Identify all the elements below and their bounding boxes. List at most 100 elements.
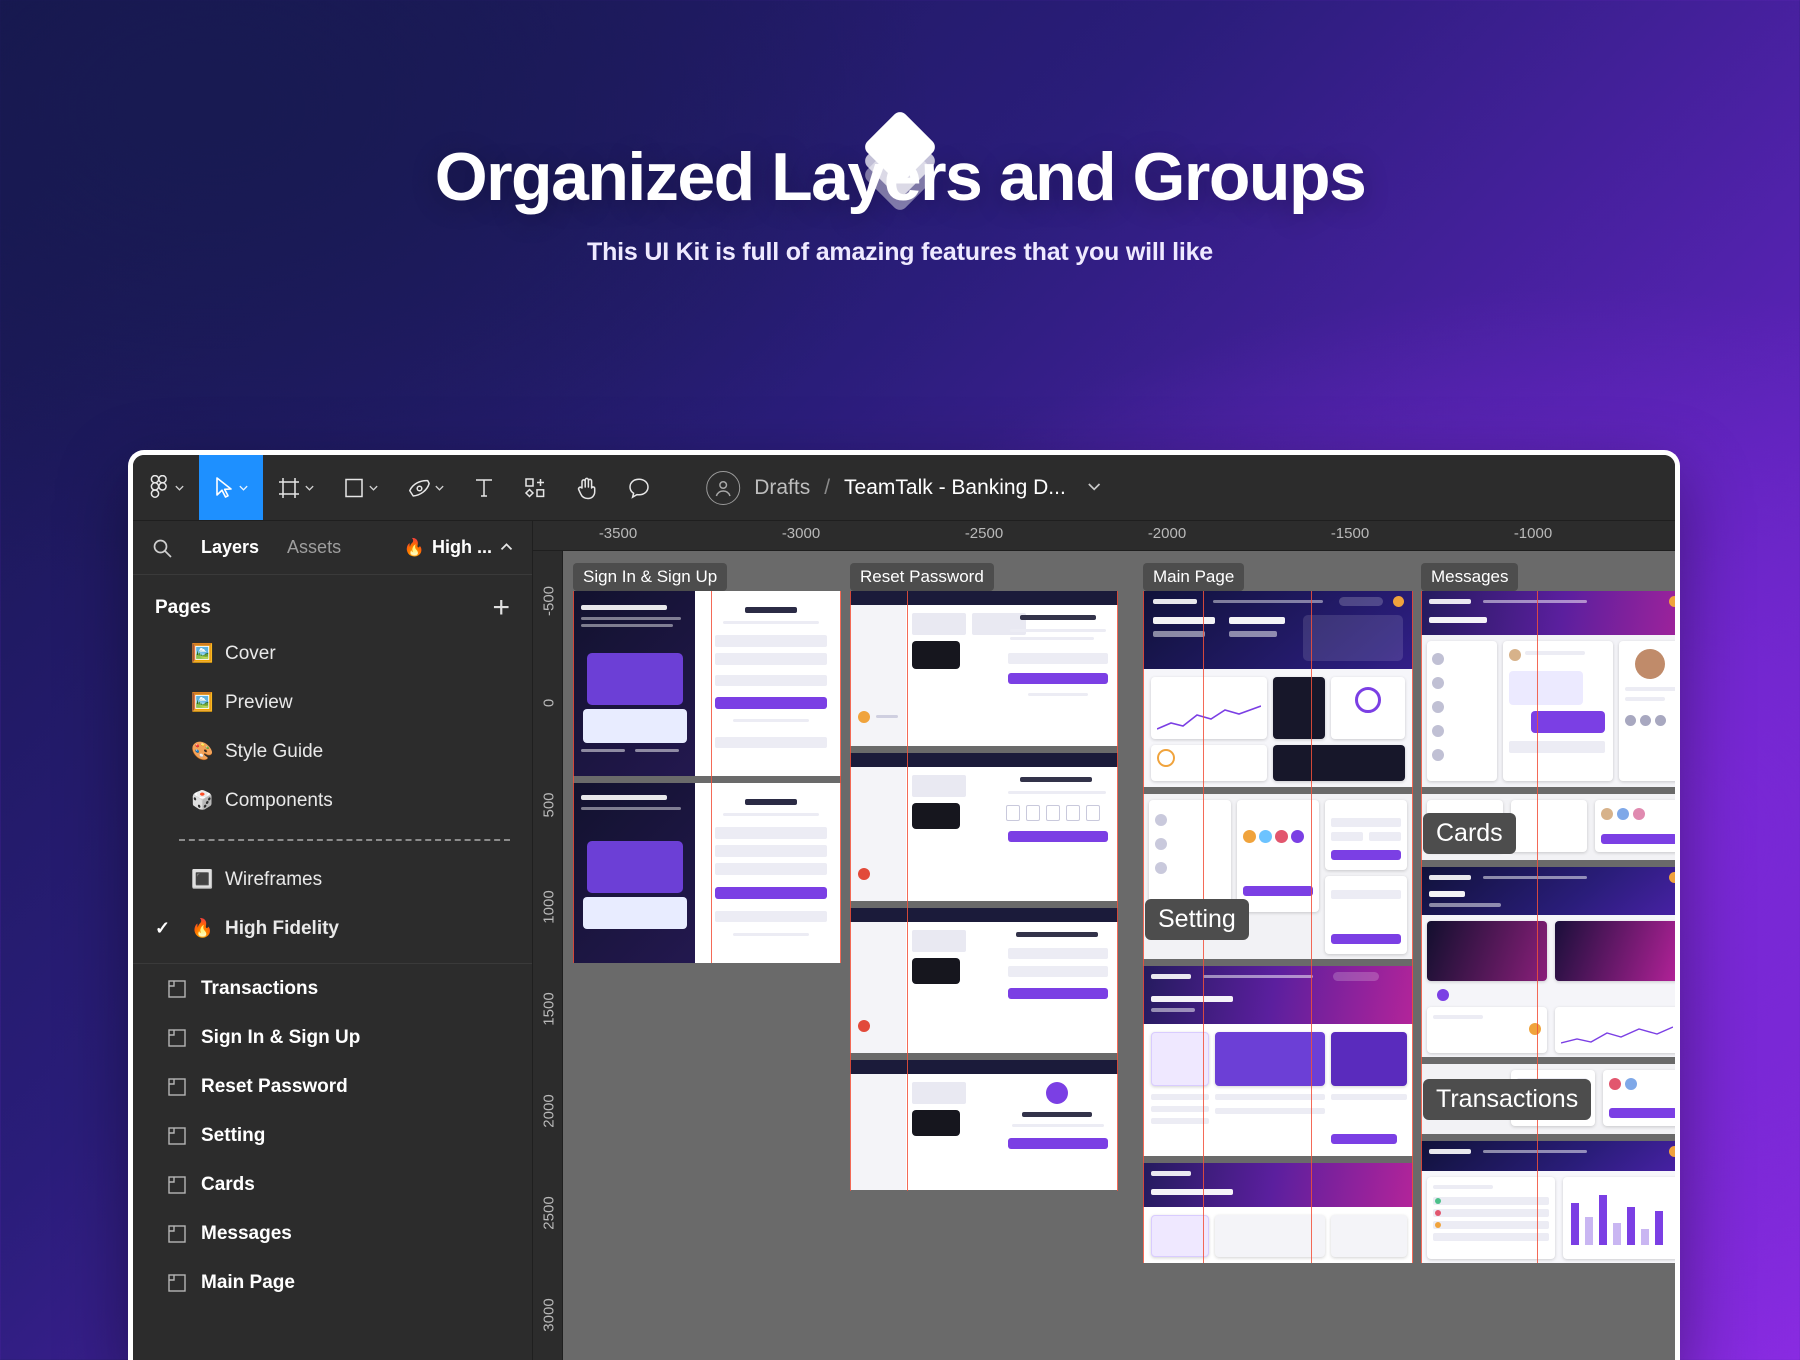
- page-label: Cover: [225, 643, 276, 665]
- checkmark-icon: ✓: [155, 918, 181, 939]
- artboard-messages[interactable]: [1421, 591, 1675, 787]
- chevron-down-icon[interactable]: [1086, 476, 1102, 500]
- page-emoji: 🎲: [191, 790, 215, 811]
- artboard-cards[interactable]: [1421, 867, 1675, 1057]
- pen-tool-icon[interactable]: [393, 455, 459, 520]
- page-item-preview[interactable]: 🖼️ Preview: [133, 678, 532, 727]
- frame-label-sign-in[interactable]: Sign In & Sign Up: [573, 563, 727, 591]
- page-emoji: 🔥: [191, 918, 215, 939]
- pages-header: Pages +: [133, 575, 532, 629]
- search-icon[interactable]: [151, 537, 179, 559]
- ruler-tick: 2500: [541, 1196, 558, 1229]
- stacked-layers-icon: [855, 122, 945, 202]
- user-avatar-icon[interactable]: [706, 471, 740, 505]
- page-item-high-fidelity[interactable]: ✓ 🔥 High Fidelity: [133, 904, 532, 953]
- frame-label-main-page[interactable]: Main Page: [1143, 563, 1244, 591]
- current-page-label: High ...: [432, 537, 492, 558]
- page-label: Wireframes: [225, 869, 322, 891]
- frame-icon: [167, 1077, 187, 1097]
- frame-icon: [167, 1028, 187, 1048]
- artboards-area: Sign In & Sign Up: [563, 551, 1675, 1360]
- ruler-tick: -500: [541, 586, 558, 616]
- ruler-tick: 500: [541, 792, 558, 817]
- toolbar: Drafts / TeamTalk - Banking D...: [133, 455, 1675, 521]
- tab-layers[interactable]: Layers: [187, 537, 273, 558]
- figma-logo-icon[interactable]: [133, 455, 199, 520]
- artboard-transactions[interactable]: [1421, 1141, 1675, 1263]
- horizontal-ruler[interactable]: -3500 -3000 -2500 -2000 -1500 -1000 -500…: [533, 521, 1675, 551]
- frame-label-transactions[interactable]: Transactions: [1423, 1079, 1591, 1120]
- frame-icon: [167, 1273, 187, 1293]
- page-label: Components: [225, 790, 333, 812]
- left-sidebar: Layers Assets 🔥 High ... Pages + 🖼️ Cove…: [133, 521, 533, 1360]
- frame-label-setting[interactable]: Setting: [1145, 899, 1249, 940]
- pages-title: Pages: [155, 597, 211, 619]
- text-tool-icon[interactable]: [459, 455, 509, 520]
- artboard-reset-4[interactable]: [850, 1060, 1118, 1190]
- ruler-tick: -1500: [1331, 525, 1369, 542]
- layer-label: Setting: [201, 1125, 265, 1147]
- breadcrumb: Drafts / TeamTalk - Banking D...: [706, 455, 1102, 520]
- layer-item-transactions[interactable]: Transactions: [133, 964, 532, 1013]
- frame-label-messages[interactable]: Messages: [1421, 563, 1518, 591]
- frame-icon: [167, 1224, 187, 1244]
- frame-label-reset-password[interactable]: Reset Password: [850, 563, 994, 591]
- shape-tool-icon[interactable]: [329, 455, 393, 520]
- ruler-tick: 2000: [541, 1094, 558, 1127]
- tab-assets[interactable]: Assets: [273, 537, 355, 558]
- layer-item-messages[interactable]: Messages: [133, 1209, 532, 1258]
- hand-tool-icon[interactable]: [561, 455, 613, 520]
- layer-item-cards[interactable]: Cards: [133, 1160, 532, 1209]
- panel-tabs: Layers Assets 🔥 High ...: [133, 521, 532, 575]
- layer-label: Sign In & Sign Up: [201, 1027, 360, 1049]
- ruler-tick: 0: [541, 699, 558, 707]
- frame-tool-icon[interactable]: [263, 455, 329, 520]
- ruler-tick: 3000: [541, 1298, 558, 1331]
- page-label: High Fidelity: [225, 918, 339, 940]
- layer-label: Main Page: [201, 1272, 295, 1294]
- vertical-ruler[interactable]: -500 0 500 1000 1500 2000 2500 3000: [533, 551, 563, 1360]
- breadcrumb-separator: /: [824, 476, 830, 500]
- plus-icon[interactable]: +: [492, 598, 510, 618]
- ruler-tick: 1000: [541, 890, 558, 923]
- artboard-reset-3[interactable]: [850, 908, 1118, 1053]
- fire-icon: 🔥: [404, 538, 425, 558]
- page-emoji: 🖼️: [191, 692, 215, 713]
- page-item-wireframes[interactable]: 🔳 Wireframes: [133, 855, 532, 904]
- artboard-signin-1[interactable]: [573, 591, 841, 776]
- layer-item-setting[interactable]: Setting: [133, 1111, 532, 1160]
- page-subtitle: This UI Kit is full of amazing features …: [0, 238, 1800, 267]
- chevron-up-icon: [499, 540, 514, 555]
- layer-label: Cards: [201, 1174, 255, 1196]
- breadcrumb-workspace[interactable]: Drafts: [754, 476, 810, 500]
- artboard-reset-2[interactable]: [850, 753, 1118, 901]
- frame-label-cards[interactable]: Cards: [1423, 813, 1516, 854]
- layers-list: Transactions Sign In & Sign Up: [133, 964, 532, 1307]
- artboard-main-page[interactable]: [1143, 591, 1413, 787]
- app-body: Layers Assets 🔥 High ... Pages + 🖼️ Cove…: [133, 521, 1675, 1360]
- pages-divider: [179, 839, 510, 841]
- layer-item-reset-password[interactable]: Reset Password: [133, 1062, 532, 1111]
- artboard-dashboard-settings-2[interactable]: [1143, 1163, 1413, 1263]
- page-emoji: 🖼️: [191, 643, 215, 664]
- page-emoji: 🎨: [191, 741, 215, 762]
- current-page-chip[interactable]: 🔥 High ...: [404, 537, 514, 558]
- layer-item-main-page[interactable]: Main Page: [133, 1258, 532, 1307]
- move-tool-icon[interactable]: [199, 455, 263, 520]
- hero-section: Organized Layers and Groups This UI Kit …: [0, 0, 1800, 267]
- artboard-reset-1[interactable]: [850, 591, 1118, 746]
- page-item-cover[interactable]: 🖼️ Cover: [133, 629, 532, 678]
- breadcrumb-file-name[interactable]: TeamTalk - Banking D...: [844, 476, 1066, 500]
- layer-item-sign-in-sign-up[interactable]: Sign In & Sign Up: [133, 1013, 532, 1062]
- page-item-components[interactable]: 🎲 Components: [133, 776, 532, 825]
- ruler-tick: -3000: [782, 525, 820, 542]
- components-tool-icon[interactable]: [509, 455, 561, 520]
- comment-tool-icon[interactable]: [613, 455, 665, 520]
- artboard-signin-2[interactable]: [573, 783, 841, 963]
- ruler-tick: -3500: [599, 525, 637, 542]
- page-item-style-guide[interactable]: 🎨 Style Guide: [133, 727, 532, 776]
- page-label: Preview: [225, 692, 293, 714]
- design-canvas[interactable]: -3500 -3000 -2500 -2000 -1500 -1000 -500…: [533, 521, 1675, 1360]
- frame-icon: [167, 1126, 187, 1146]
- artboard-dashboard-settings-1[interactable]: [1143, 966, 1413, 1156]
